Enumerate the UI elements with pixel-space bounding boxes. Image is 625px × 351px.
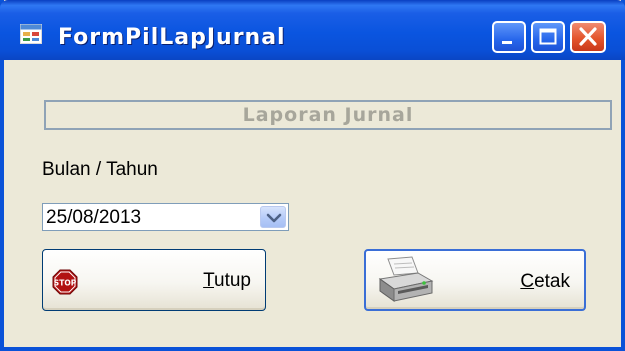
tutup-mnemonic: T (203, 270, 215, 291)
minimize-button[interactable] (492, 21, 526, 53)
cetak-label-rest: etak (534, 271, 570, 292)
report-heading: Laporan Jurnal (242, 104, 414, 126)
printer-icon (378, 256, 434, 302)
form-window: FormPilLapJurnal Laporan Jurnal Bulan / … (0, 0, 625, 351)
minimize-icon (502, 41, 512, 44)
tutup-button[interactable]: STOP Tutup (42, 249, 266, 311)
cetak-mnemonic: C (520, 271, 535, 292)
maximize-button[interactable] (531, 21, 565, 53)
period-label: Bulan / Tahun (42, 159, 158, 180)
chevron-down-icon (266, 213, 282, 223)
date-picker[interactable]: 25/08/2013 (42, 203, 289, 231)
report-heading-box: Laporan Jurnal (44, 100, 612, 130)
app-icon (20, 24, 42, 44)
cetak-label: Cetak (520, 271, 570, 293)
close-icon (579, 27, 597, 46)
cetak-button[interactable]: Cetak (364, 249, 586, 311)
date-value[interactable]: 25/08/2013 (46, 207, 141, 229)
maximize-icon (539, 28, 557, 45)
tutup-label-rest: utup (214, 270, 251, 291)
tutup-label: Tutup (203, 270, 251, 292)
stop-sign-icon: STOP (52, 269, 78, 295)
svg-text:STOP: STOP (54, 279, 77, 288)
title-bar[interactable]: FormPilLapJurnal (0, 0, 625, 60)
close-button[interactable] (570, 21, 606, 53)
window-title: FormPilLapJurnal (58, 25, 286, 50)
date-dropdown-button[interactable] (260, 206, 286, 228)
